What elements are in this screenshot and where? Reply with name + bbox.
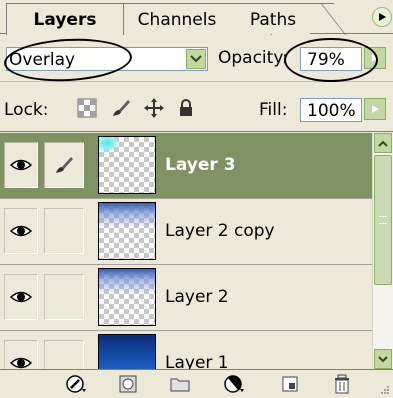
visibility-toggle[interactable]: [4, 142, 38, 188]
fill-label: Fill:: [259, 100, 288, 120]
tab-paths[interactable]: Paths: [236, 3, 310, 34]
layer-row[interactable]: Layer 2: [0, 265, 372, 331]
layer-name: Layer 3: [165, 155, 236, 175]
visibility-toggle[interactable]: [4, 274, 38, 320]
tab-layers-label: Layers: [33, 10, 97, 30]
layer-row[interactable]: Layer 1: [0, 331, 372, 369]
layer-thumbnail: [98, 268, 156, 326]
lock-transparency-icon[interactable]: [77, 98, 97, 118]
link-cell[interactable]: [44, 208, 84, 254]
layer-style-icon: [66, 375, 86, 393]
move-icon[interactable]: [144, 98, 164, 118]
tab-layers[interactable]: Layers: [6, 3, 124, 35]
lock-label: Lock:: [4, 100, 49, 120]
delete-layer-button[interactable]: [330, 373, 354, 395]
chevron-down-icon[interactable]: [186, 49, 206, 69]
scroll-thumb[interactable]: [374, 155, 392, 285]
folder-icon: [170, 378, 190, 392]
eye-icon: [10, 159, 32, 171]
visibility-toggle[interactable]: [4, 208, 38, 254]
scroll-grip: [379, 216, 387, 224]
scroll-down-button[interactable]: [374, 349, 392, 369]
eye-icon: [10, 291, 32, 303]
layer-name: Layer 2 copy: [165, 221, 275, 241]
layer-name: Layer 2: [165, 287, 229, 307]
fill-slider-button[interactable]: [364, 98, 386, 120]
layer-name: Layer 1: [165, 353, 229, 369]
layer-list: Layer 3 Layer 2 copy Layer 2 Layer 1: [0, 133, 372, 369]
eye-icon: [10, 225, 32, 237]
new-layer-icon: [282, 376, 298, 392]
layer-mask-icon: [119, 375, 137, 393]
adjustment-layer-button[interactable]: [222, 373, 246, 395]
play-arrow-icon: [379, 13, 386, 21]
padlock-icon[interactable]: [176, 98, 196, 118]
layer-style-button[interactable]: [64, 373, 88, 395]
tab-strip-edge: [310, 3, 334, 34]
play-arrow-icon: [372, 54, 379, 62]
eye-icon: [10, 357, 32, 369]
layer-list-scrollbar[interactable]: [372, 133, 393, 369]
layer-row[interactable]: Layer 2 copy: [0, 199, 372, 265]
layers-toolbar: [0, 369, 393, 398]
new-group-button[interactable]: [168, 373, 192, 395]
scroll-up-button[interactable]: [374, 133, 392, 153]
opacity-label: Opacity:: [218, 48, 288, 68]
tab-strip: Channels Paths Layers: [0, 0, 393, 35]
chevron-down-icon: [378, 355, 388, 362]
play-arrow-icon: [372, 105, 379, 113]
new-layer-button[interactable]: [278, 373, 302, 395]
tab-paths-label: Paths: [249, 10, 297, 30]
blend-mode-value: Overlay: [9, 50, 76, 70]
blend-mode-select[interactable]: Overlay: [6, 47, 208, 71]
resize-grip-icon[interactable]: [379, 384, 391, 396]
trash-icon: [335, 374, 349, 394]
adjustment-layer-icon: [224, 375, 244, 393]
tab-channels-label: Channels: [137, 10, 217, 30]
opacity-slider-button[interactable]: [364, 47, 386, 69]
layer-thumbnail: [98, 136, 156, 194]
layers-panel: Channels Paths Layers Overlay Opacity: 7…: [0, 0, 393, 398]
chevron-up-icon: [378, 140, 388, 147]
opacity-input[interactable]: 79%: [300, 47, 362, 71]
brush-icon[interactable]: [111, 98, 131, 118]
visibility-toggle[interactable]: [4, 340, 38, 369]
fill-input[interactable]: 100%: [300, 98, 362, 122]
layer-row[interactable]: Layer 3: [0, 133, 372, 199]
tab-channels[interactable]: Channels: [118, 3, 236, 34]
lock-options-row: Lock: Fill: 100%: [0, 82, 393, 132]
brush-icon: [56, 157, 73, 173]
blend-options-row: Overlay Opacity: 79%: [0, 34, 393, 85]
panel-menu-button[interactable]: [372, 7, 392, 27]
add-mask-button[interactable]: [116, 373, 140, 395]
layer-thumbnail: [98, 334, 156, 369]
link-cell[interactable]: [44, 340, 84, 369]
layer-thumbnail: [98, 202, 156, 260]
link-cell[interactable]: [44, 274, 84, 320]
brush-link-cell[interactable]: [44, 142, 84, 188]
